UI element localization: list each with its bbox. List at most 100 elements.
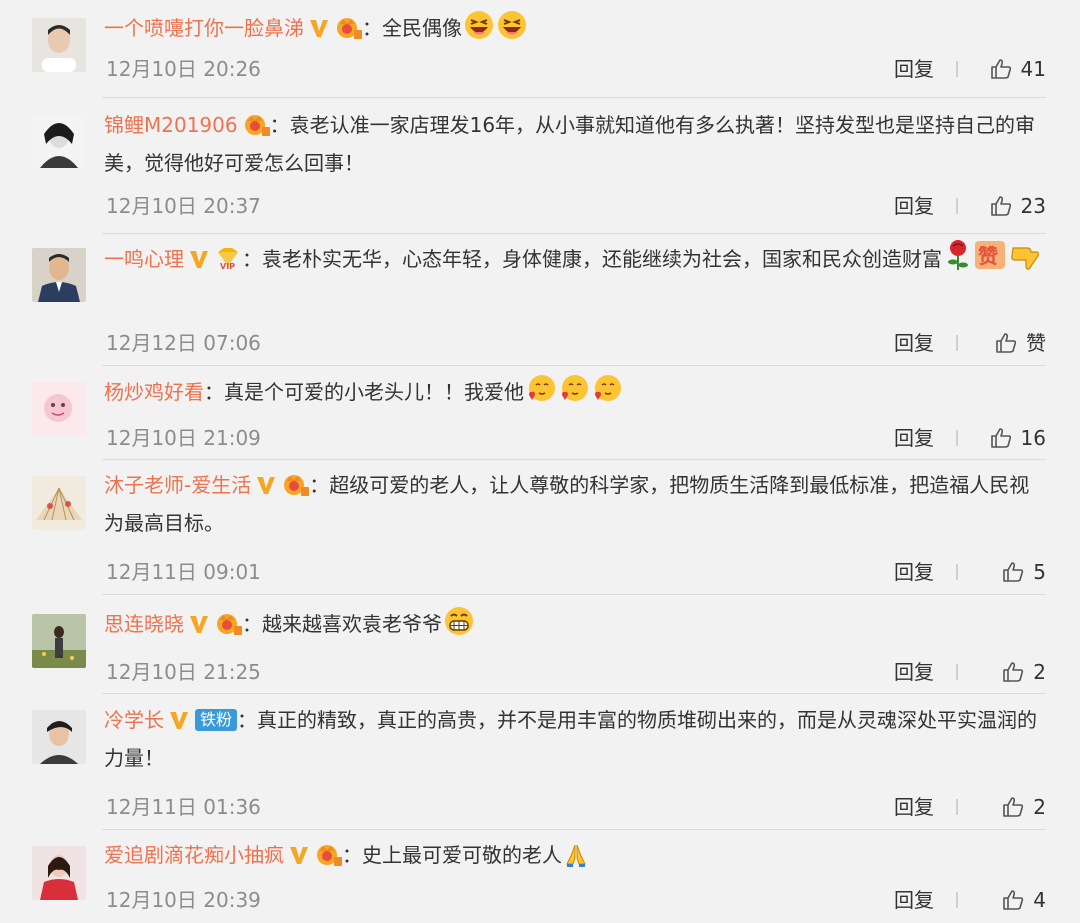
reply-button[interactable]: 回复 [894,190,934,222]
divider [956,564,958,580]
thumbs-up-icon [1003,890,1024,910]
grin-face-icon [443,605,475,637]
member-crown-icon [334,15,362,39]
comment-text: 冷学长 铁粉 ：真正的精致，真正的高贵，并不是用丰富的物质堆砌出来的，而是从灵魂深处… [104,708,1038,770]
comment-text: 思连晓晓 ：越来越喜欢袁老爷爷 [104,605,1046,643]
divider [956,892,958,908]
avatar[interactable] [32,614,86,668]
username[interactable]: 沐子老师-爱生活 [104,473,251,497]
divider [102,829,1046,830]
avatar[interactable] [32,114,86,168]
comment-time: 12月10日 21:25 [106,660,261,684]
reply-button[interactable]: 回复 [894,556,934,588]
divider [956,335,958,351]
like-button[interactable]: 23 [989,190,1046,222]
username[interactable]: 思连晓晓 [104,612,184,636]
verified-v-icon [255,474,277,496]
comment-body: 全民偶像 [382,16,462,40]
avatar[interactable] [32,18,86,72]
thumbs-up-icon [1003,797,1024,817]
comment-body: 真是个可爱的小老头儿！！我爱他 [224,380,524,404]
zan-icon: 赞 [974,238,1008,272]
reply-button[interactable]: 回复 [894,327,934,359]
thumbs-up-icon [990,428,1011,448]
avatar[interactable] [32,846,86,900]
comment-time: 12月10日 20:37 [106,194,261,218]
thumbs-up-icon [1003,662,1024,682]
thumbs-down-hand-icon [1009,240,1041,272]
thumbs-up-icon [996,333,1017,353]
divider [956,61,958,77]
username[interactable]: 杨炒鸡好看 [104,380,204,404]
like-count: 5 [1033,560,1046,584]
comment-body: 袁老朴实无华，心态年轻，身体健康，还能继续为社会，国家和民众创造财富 [262,247,942,271]
member-crown-icon [281,472,310,496]
like-count: 赞 [1026,331,1046,355]
reply-button[interactable]: 回复 [894,422,934,454]
comment-text: 锦鲤M201906 ：袁老认准一家店理发16年，从小事就知道他有多么执著！坚持发型… [104,112,1036,175]
like-button[interactable]: 赞 [994,327,1046,359]
love-face-icon [591,373,623,405]
verified-v-icon [288,844,310,866]
like-button[interactable]: 16 [989,422,1046,454]
comment-body: 史上最可爱可敬的老人 [362,843,562,867]
like-count: 41 [1020,57,1046,81]
like-count: 2 [1033,660,1046,684]
like-button[interactable]: 4 [1001,884,1046,916]
like-button[interactable]: 2 [1001,791,1046,823]
verified-v-icon [308,17,330,39]
comment-text: 一鸣心理 VIP ：袁老朴实无华，心态年轻，身体健康，还能继续为社会，国家和民众创造… [104,238,1046,278]
comment-time: 12月10日 20:26 [106,57,261,81]
divider [956,198,958,214]
member-crown-icon [314,842,342,866]
divider [102,594,1046,595]
comment-time: 12月11日 09:01 [106,560,261,584]
like-count: 23 [1020,194,1046,218]
comment-text: 爱追剧滴花痴小抽疯 ：史上最可爱可敬的老人 [104,836,1046,874]
comment-text: 杨炒鸡好看：真是个可爱的小老头儿！！我爱他 [104,373,1046,411]
member-crown-icon [242,112,270,136]
verified-v-icon [188,248,210,270]
love-face-icon [525,373,557,405]
comment-text: 沐子老师-爱生活 ：超级可爱的老人，让人尊敬的科学家，把物质生活降到最低标准，把造… [104,472,1030,535]
comment-time: 12月10日 20:39 [106,888,261,912]
rose-icon [943,238,973,272]
avatar[interactable] [32,710,86,764]
like-count: 2 [1033,795,1046,819]
divider [956,664,958,680]
reply-button[interactable]: 回复 [894,656,934,688]
reply-button[interactable]: 回复 [894,53,934,85]
like-button[interactable]: 41 [989,53,1046,85]
comment-body: 越来越喜欢袁老爷爷 [262,612,442,636]
iron-fan-badge: 铁粉 [195,709,238,731]
like-count: 16 [1020,426,1046,450]
reply-button[interactable]: 回复 [894,791,934,823]
comment-time: 12月12日 07:06 [106,331,261,355]
like-count: 4 [1033,888,1046,912]
username[interactable]: 一鸣心理 [104,247,184,271]
love-face-icon [558,373,590,405]
member-crown-icon [214,611,242,635]
username[interactable]: 一个喷嚏打你一脸鼻涕 [104,16,304,40]
avatar[interactable] [32,476,86,530]
svg-text:VIP: VIP [220,262,235,270]
vip-diamond-icon: VIP [214,246,242,270]
laughing-face-icon [496,9,528,41]
username[interactable]: 锦鲤M201906 [104,113,238,137]
comment-time: 12月10日 21:09 [106,426,261,450]
username[interactable]: 爱追剧滴花痴小抽疯 [104,843,284,867]
avatar[interactable] [32,382,86,436]
like-button[interactable]: 2 [1001,656,1046,688]
svg-text:赞: 赞 [977,244,998,268]
thumbs-up-icon [990,59,1011,79]
divider [102,97,1046,98]
divider [102,459,1046,460]
like-button[interactable]: 5 [1001,556,1046,588]
verified-v-icon [188,613,210,635]
reply-button[interactable]: 回复 [894,884,934,916]
divider [956,430,958,446]
verified-v-icon [168,709,190,731]
pray-hands-icon [563,842,589,868]
username[interactable]: 冷学长 [104,708,164,732]
avatar[interactable] [32,248,86,302]
